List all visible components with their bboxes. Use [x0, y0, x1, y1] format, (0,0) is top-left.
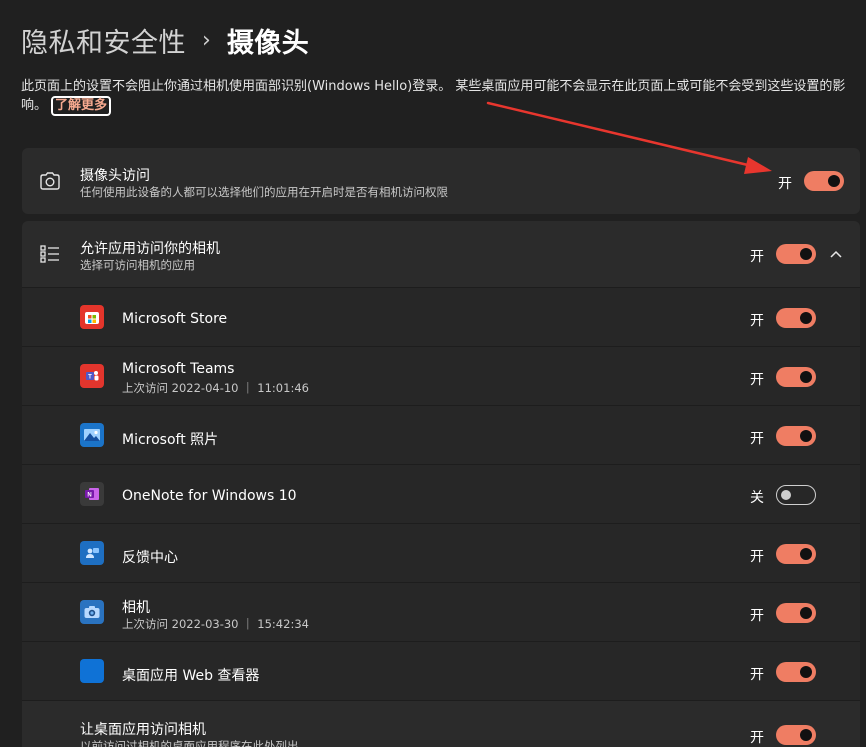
microsoft-photos-toggle[interactable]	[776, 426, 816, 446]
camera-app-toggle[interactable]	[776, 603, 816, 623]
camera-icon	[38, 169, 62, 193]
app-row-onenote: N OneNote for Windows 10 关	[22, 465, 860, 524]
app-state-label: 开	[750, 313, 764, 329]
onenote-toggle[interactable]	[776, 485, 816, 505]
desktop-access-title: 让桌面应用访问相机	[80, 722, 206, 738]
camera-access-title: 摄像头访问	[80, 168, 150, 184]
app-state-label: 开	[750, 549, 764, 565]
app-access-title: 允许应用访问你的相机	[80, 241, 220, 257]
microsoft-teams-toggle[interactable]	[776, 367, 816, 387]
app-row-web-viewer: 桌面应用 Web 查看器 开	[22, 642, 860, 701]
app-access-state-label: 开	[750, 249, 764, 265]
app-access-card: 允许应用访问你的相机 选择可访问相机的应用 开 Microsoft Store …	[22, 221, 860, 747]
page-description: 此页面上的设置不会阻止你通过相机使用面部识别(Windows Hello)登录。…	[21, 78, 861, 116]
app-access-toggle[interactable]	[776, 244, 816, 264]
photos-icon	[80, 423, 104, 447]
app-last-access: 上次访问 2022-03-30 ｜ 15:42:34	[122, 617, 309, 631]
camera-settings-page: 隐私和安全性 › 摄像头 此页面上的设置不会阻止你通过相机使用面部识别(Wind…	[0, 0, 866, 747]
app-state-label: 开	[750, 431, 764, 447]
app-state-label: 开	[750, 372, 764, 388]
app-row-camera: 相机 上次访问 2022-03-30 ｜ 15:42:34 开	[22, 583, 860, 642]
app-access-header-row[interactable]: 允许应用访问你的相机 选择可访问相机的应用 开	[22, 221, 860, 288]
feedback-hub-icon	[80, 541, 104, 565]
svg-text:T: T	[88, 375, 92, 381]
web-viewer-toggle[interactable]	[776, 662, 816, 682]
desktop-access-toggle[interactable]	[776, 725, 816, 745]
feedback-hub-toggle[interactable]	[776, 544, 816, 564]
app-state-label: 开	[750, 608, 764, 624]
app-name: Microsoft 照片	[122, 432, 219, 448]
app-row-microsoft-photos: Microsoft 照片 开	[22, 406, 860, 465]
svg-text:N: N	[87, 493, 91, 499]
microsoft-store-toggle[interactable]	[776, 308, 816, 328]
app-row-feedback-hub: 反馈中心 开	[22, 524, 860, 583]
app-last-access: 上次访问 2022-04-10 ｜ 11:01:46	[122, 381, 309, 395]
page-title: 摄像头	[226, 27, 310, 59]
app-name: 桌面应用 Web 查看器	[122, 668, 260, 684]
app-row-microsoft-teams: T Microsoft Teams 上次访问 2022-04-10 ｜ 11:0…	[22, 347, 860, 406]
desktop-access-row: 让桌面应用访问相机 以前访问过相机的桌面应用程序在此处列出 开	[22, 701, 860, 747]
desktop-access-state-label: 开	[750, 730, 764, 746]
breadcrumb-separator: ›	[202, 27, 211, 53]
app-name: OneNote for Windows 10	[122, 488, 297, 504]
description-text: 此页面上的设置不会阻止你通过相机使用面部识别(Windows Hello)登录。…	[21, 79, 846, 113]
app-name: 反馈中心	[122, 550, 178, 566]
app-access-subtitle: 选择可访问相机的应用	[80, 258, 195, 272]
app-state-label: 关	[750, 490, 764, 506]
camera-access-state-label: 开	[778, 176, 792, 192]
camera-access-subtitle: 任何使用此设备的人都可以选择他们的应用在开启时是否有相机访问权限	[80, 185, 448, 199]
app-name: Microsoft Store	[122, 311, 228, 327]
microsoft-store-icon	[80, 305, 104, 329]
camera-app-icon	[80, 600, 104, 624]
app-row-microsoft-store: Microsoft Store 开	[22, 288, 860, 347]
app-name: 相机	[122, 600, 150, 616]
teams-icon: T	[80, 364, 104, 388]
breadcrumb-privacy-security[interactable]: 隐私和安全性	[21, 21, 186, 60]
camera-access-toggle[interactable]	[804, 171, 844, 191]
learn-more-link[interactable]: 了解更多	[51, 96, 112, 116]
app-name: Microsoft Teams	[122, 361, 235, 377]
desktop-access-subtitle: 以前访问过相机的桌面应用程序在此处列出	[80, 739, 299, 747]
list-icon	[38, 242, 62, 266]
camera-access-card: 摄像头访问 任何使用此设备的人都可以选择他们的应用在开启时是否有相机访问权限 开	[22, 148, 860, 214]
breadcrumb: 隐私和安全性 › 摄像头	[21, 20, 309, 60]
app-state-label: 开	[750, 667, 764, 683]
chevron-up-icon[interactable]	[829, 249, 843, 259]
web-viewer-icon	[80, 659, 104, 683]
onenote-icon: N	[80, 482, 104, 506]
